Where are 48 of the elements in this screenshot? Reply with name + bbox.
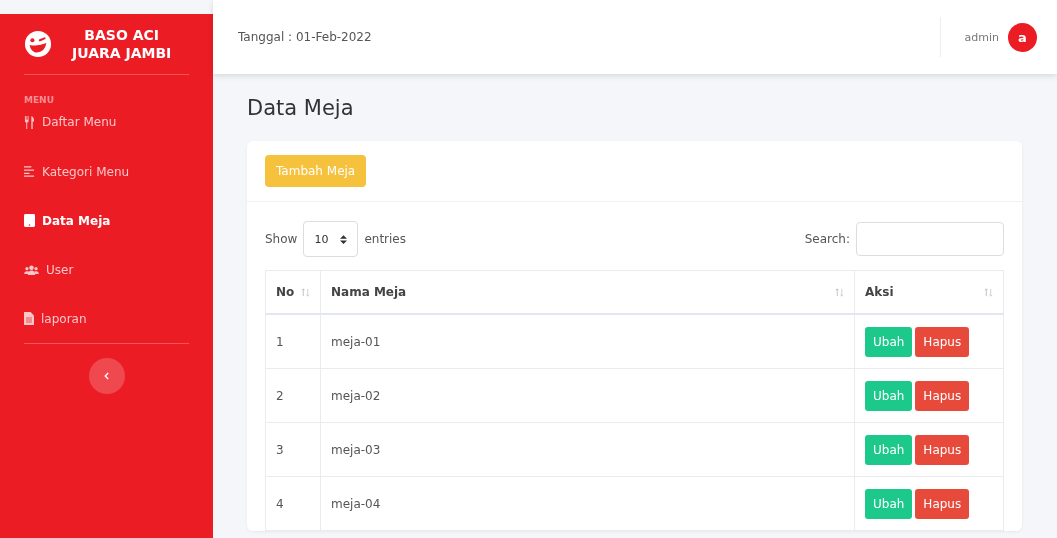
edit-button[interactable]: Ubah: [865, 326, 913, 357]
user-avatar[interactable]: a: [1008, 22, 1037, 52]
column-header[interactable]: No: [265, 270, 321, 314]
delete-button[interactable]: Hapus: [915, 488, 970, 519]
brand-name: JUARA JAMBI: [72, 44, 172, 62]
tablet-icon: [24, 214, 35, 227]
winking-face-icon: [24, 30, 52, 58]
file-icon: [24, 312, 34, 325]
table-cell: meja-01: [320, 314, 855, 369]
delete-button[interactable]: Hapus: [915, 326, 970, 357]
sidebar-item[interactable]: User: [16, 245, 197, 294]
table-cell: meja-04: [320, 476, 855, 531]
chevron-left-icon: [104, 372, 109, 380]
sidebar-item[interactable]: Data Meja: [16, 196, 197, 245]
utensils-icon: [24, 115, 35, 129]
sidebar-item[interactable]: Kategori Menu: [16, 147, 197, 196]
show-label: Show: [265, 232, 298, 246]
edit-button[interactable]: Ubah: [865, 434, 913, 465]
entries-label: entries: [364, 232, 406, 246]
collapse-sidebar-button[interactable]: [88, 358, 125, 394]
column-header[interactable]: Nama Meja: [320, 270, 855, 314]
delete-button[interactable]: Hapus: [915, 380, 970, 411]
page-size-select[interactable]: 10: [303, 221, 359, 257]
menu-heading: MENU: [23, 94, 55, 107]
table-cell: 2: [265, 368, 321, 423]
table-cell: 1: [265, 314, 321, 369]
lines-icon: [24, 166, 35, 177]
search-field[interactable]: [856, 222, 1004, 256]
user-name[interactable]: admin: [964, 30, 999, 44]
sort-icon: [301, 287, 310, 297]
sort-icon: [835, 287, 844, 297]
table-cell: 3: [265, 422, 321, 477]
search-label: Search:: [804, 232, 850, 246]
edit-button[interactable]: Ubah: [865, 380, 913, 411]
edit-button[interactable]: Ubah: [865, 488, 913, 519]
table-cell: 4: [265, 476, 321, 531]
table-cell: meja-03: [320, 422, 855, 477]
page-title: Data Meja: [247, 96, 355, 120]
column-header[interactable]: Aksi: [854, 270, 1004, 314]
sort-caret-icon: [340, 234, 348, 244]
sort-icon: [984, 287, 993, 297]
sidebar-item[interactable]: Daftar Menu: [16, 109, 197, 135]
sidebar-item[interactable]: laporan: [16, 294, 197, 343]
date-label: Tanggal : 01-Feb-2022: [238, 30, 372, 44]
brand-name: BASO ACI: [84, 26, 159, 44]
table-cell: meja-02: [320, 368, 855, 423]
delete-button[interactable]: Hapus: [915, 434, 970, 465]
users-icon: [24, 264, 39, 275]
